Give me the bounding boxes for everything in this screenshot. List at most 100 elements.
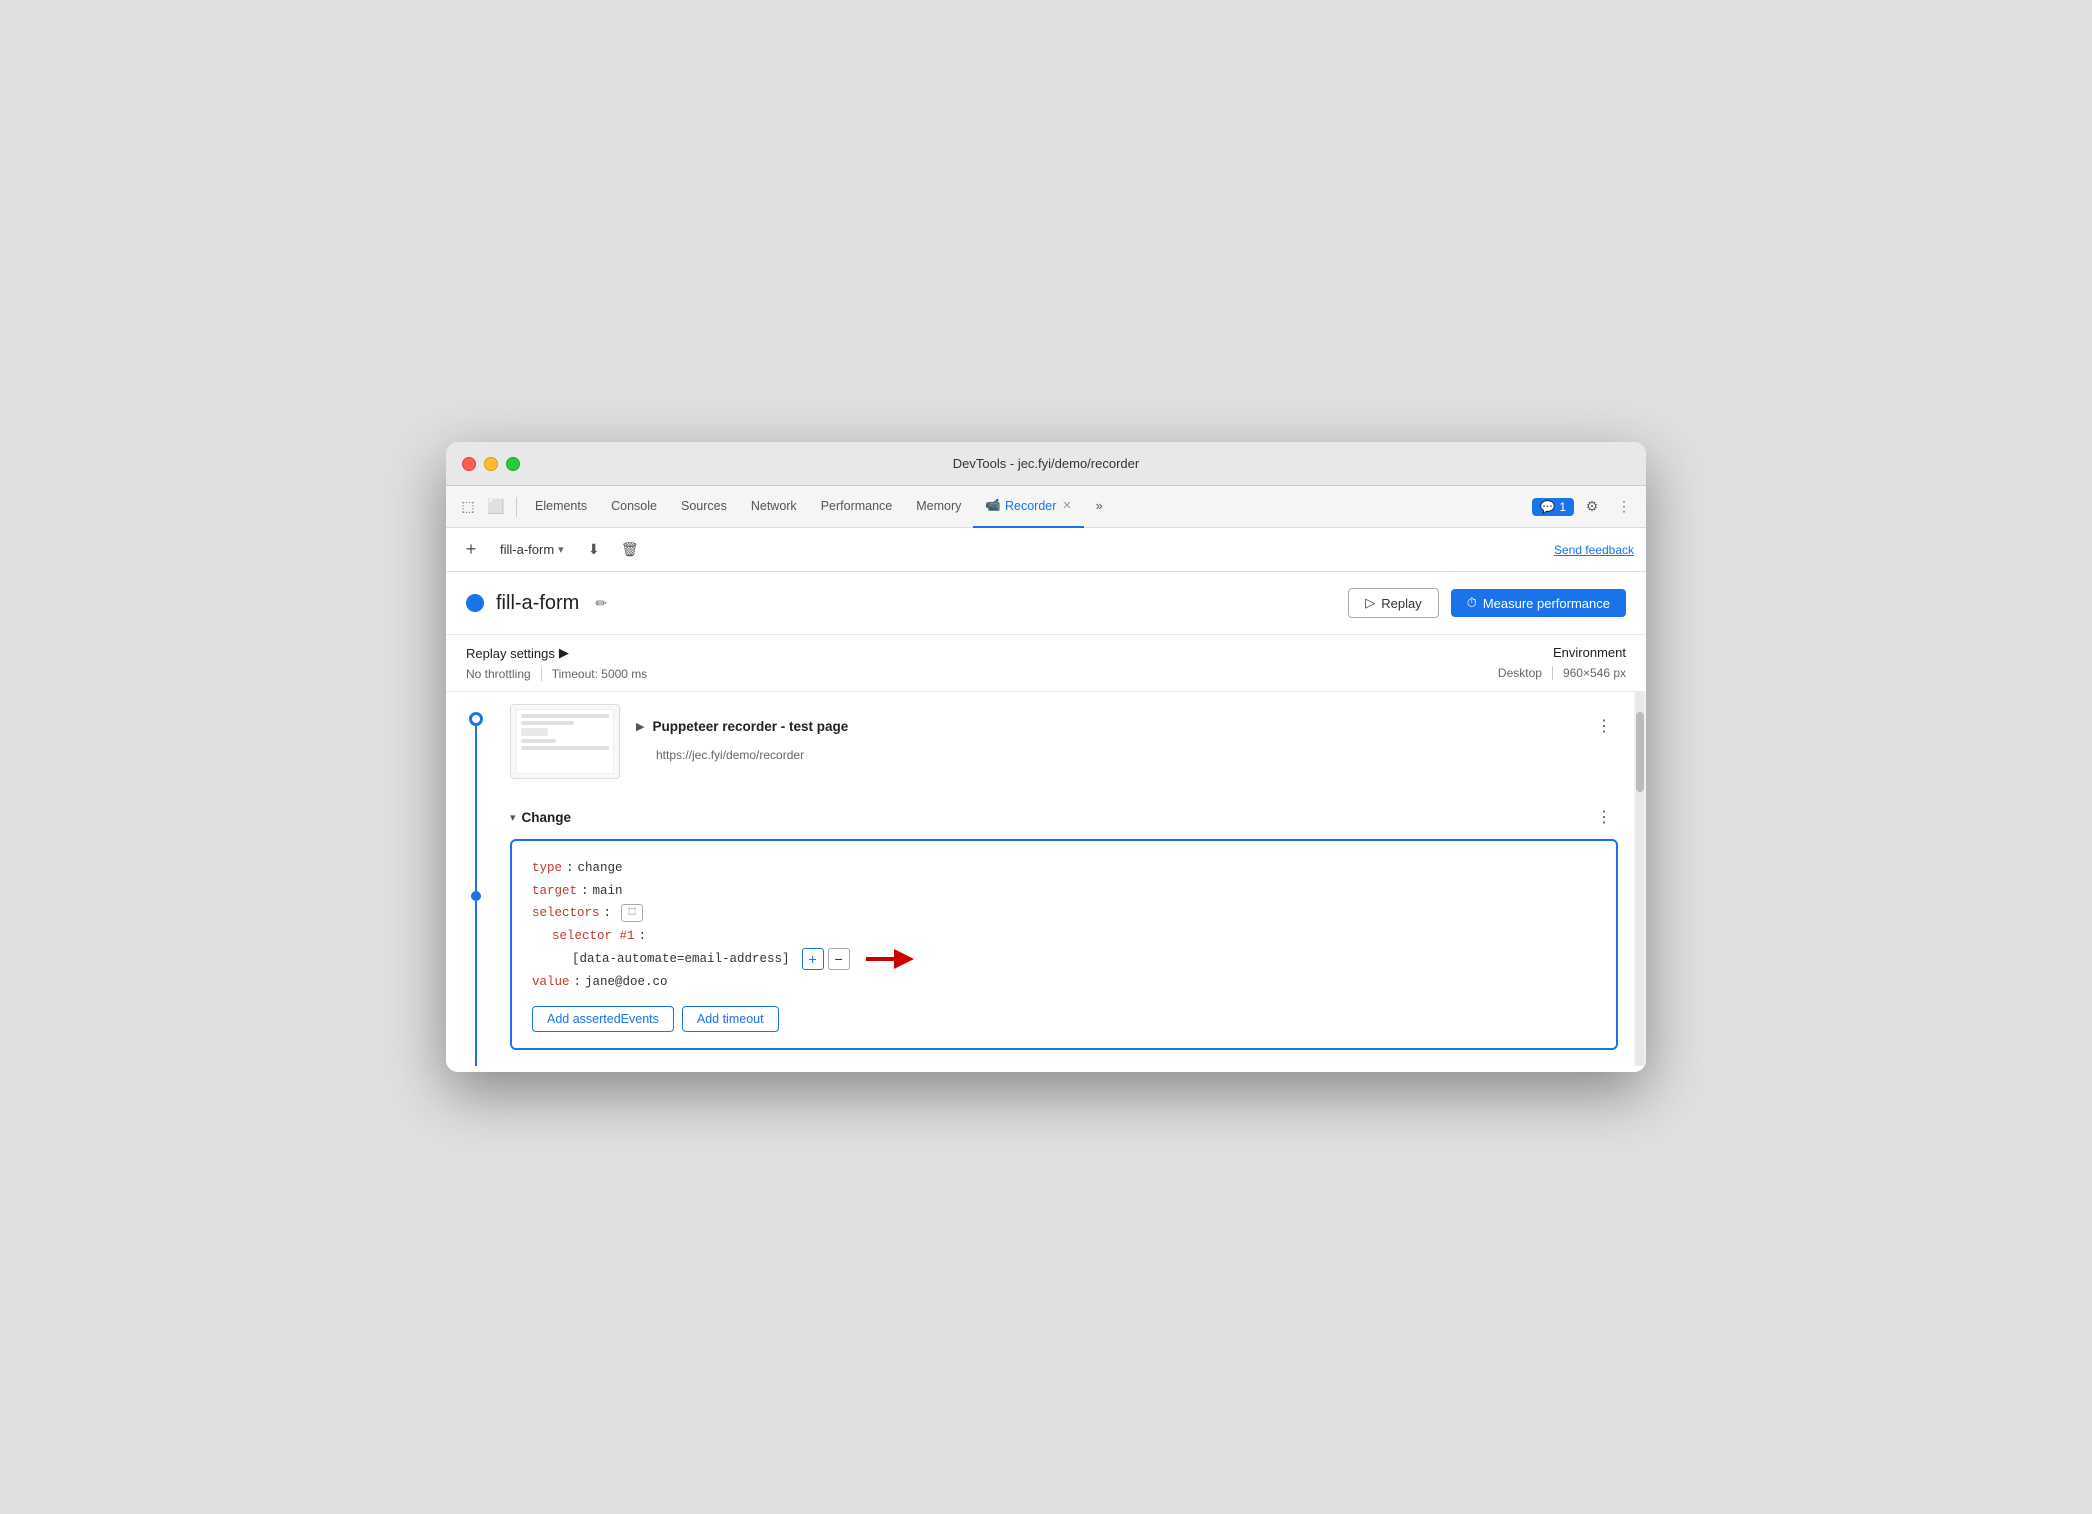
tab-network[interactable]: Network (739, 486, 809, 528)
measure-performance-button[interactable]: ⏱ Measure performance (1451, 589, 1626, 617)
measure-label: Measure performance (1483, 596, 1610, 611)
settings-arrow-icon: ▶ (559, 645, 569, 661)
close-button[interactable] (462, 457, 476, 471)
step1-url: https://jec.fyi/demo/recorder (656, 748, 1618, 762)
replay-settings-bar: Replay settings ▶ No throttling Timeout:… (446, 635, 1646, 692)
settings-separator (541, 667, 542, 681)
recording-header: fill-a-form ✏ ▷ Replay ⏱ Measure perform… (446, 572, 1646, 635)
code-line-selector-num: selector #1 : (552, 925, 1596, 948)
measure-icon: ⏱ (1467, 595, 1477, 611)
recording-selector[interactable]: fill-a-form ▾ (492, 538, 572, 561)
target-key: target (532, 880, 577, 903)
step1-container: ▶ Puppeteer recorder - test page ⋮ https… (510, 704, 1618, 779)
selectors-key: selectors (532, 902, 600, 925)
maximize-button[interactable] (506, 457, 520, 471)
scrollbar-track (1636, 692, 1644, 1066)
edit-recording-button[interactable]: ✏ (591, 591, 611, 616)
dropdown-icon: ▾ (558, 543, 564, 556)
step2-more-button[interactable]: ⋮ (1590, 803, 1618, 831)
traffic-lights (462, 457, 520, 471)
add-selector-button[interactable]: + (802, 948, 824, 970)
step1-expand-icon[interactable]: ▶ (636, 720, 644, 733)
steps-outer: ▶ Puppeteer recorder - test page ⋮ https… (446, 692, 1646, 1066)
code-line-selectors: selectors : ⬚ (532, 902, 1596, 925)
timeline-dot-step2 (471, 891, 481, 901)
type-colon: : (566, 857, 574, 880)
tab-memory[interactable]: Memory (904, 486, 973, 528)
throttling-label: No throttling (466, 667, 531, 681)
recorder-toolbar: + fill-a-form ▾ ⬇ 🗑 Send feedback (446, 528, 1646, 572)
timeline-line-2 (475, 901, 477, 1066)
target-value: main (593, 880, 623, 903)
more-options-icon[interactable]: ⋮ (1610, 493, 1638, 521)
recording-title: fill-a-form (496, 592, 579, 615)
remove-selector-button[interactable]: − (828, 948, 850, 970)
step1-info: ▶ Puppeteer recorder - test page ⋮ https… (636, 704, 1618, 762)
devtools-tab-bar: ⬚ ⬜ Elements Console Sources Network Per… (446, 486, 1646, 528)
inspect-icon[interactable]: ⬚ (454, 493, 482, 521)
thumb-line-4 (521, 746, 608, 750)
tab-recorder[interactable]: 📹 Recorder ✕ (973, 486, 1083, 528)
selector-add-remove-buttons: + − (802, 948, 850, 970)
tab-recorder-close[interactable]: ✕ (1062, 499, 1071, 512)
recording-status-dot (466, 594, 484, 612)
add-recording-button[interactable]: + (458, 537, 484, 563)
devtools-right-buttons: 💬 1 ⚙ ⋮ (1532, 493, 1638, 521)
device-icon[interactable]: ⬜ (482, 493, 510, 521)
code-line-value: value : jane@doe.co (532, 971, 1596, 994)
thumbnail-inner (516, 709, 613, 775)
window-title: DevTools - jec.fyi/demo/recorder (953, 456, 1139, 471)
steps-content: ▶ Puppeteer recorder - test page ⋮ https… (506, 692, 1634, 1066)
add-timeout-button[interactable]: Add timeout (682, 1006, 779, 1032)
step1-more-button[interactable]: ⋮ (1590, 712, 1618, 740)
step2-expand-icon[interactable]: ▾ (510, 811, 516, 824)
step2-header: ▾ Change ⋮ (510, 795, 1618, 839)
chat-count: 1 (1559, 500, 1566, 514)
environment-title: Environment (1498, 645, 1626, 660)
replay-settings-left: Replay settings ▶ No throttling Timeout:… (466, 645, 647, 681)
timeout-label: Timeout: 5000 ms (552, 667, 648, 681)
add-asserted-events-button[interactable]: Add assertedEvents (532, 1006, 674, 1032)
viewport-label: Desktop (1498, 666, 1542, 680)
chat-badge[interactable]: 💬 1 (1532, 498, 1574, 516)
tab-performance[interactable]: Performance (809, 486, 905, 528)
tab-elements[interactable]: Elements (523, 486, 599, 528)
code-block: type : change target : main selectors (510, 839, 1618, 1050)
recording-name-label: fill-a-form (500, 542, 554, 557)
tab-separator (516, 497, 517, 517)
export-recording-button[interactable]: ⬇ (580, 536, 608, 564)
scrollbar-thumb[interactable] (1636, 712, 1644, 792)
main-content: fill-a-form ✏ ▷ Replay ⏱ Measure perform… (446, 572, 1646, 1072)
step1-title: Puppeteer recorder - test page (652, 719, 848, 734)
type-key: type (532, 857, 562, 880)
minimize-button[interactable] (484, 457, 498, 471)
type-value: change (578, 857, 623, 880)
thumb-line-3 (521, 739, 556, 743)
code-line-type: type : change (532, 857, 1596, 880)
step1-thumbnail (510, 704, 620, 779)
value-key: value (532, 971, 570, 994)
delete-recording-button[interactable]: 🗑 (616, 536, 644, 564)
tab-sources[interactable]: Sources (669, 486, 739, 528)
code-line-selector-value: [data-automate=email-address] + − (572, 947, 1596, 971)
red-arrow-svg (866, 947, 914, 971)
chat-icon: 💬 (1540, 500, 1555, 514)
selector-num-key: selector #1 (552, 925, 635, 948)
selector-badge-icon[interactable]: ⬚ (621, 904, 643, 922)
thumb-line-2 (521, 721, 573, 725)
tab-console[interactable]: Console (599, 486, 669, 528)
thumb-line-1 (521, 714, 608, 718)
action-buttons: Add assertedEvents Add timeout (532, 1006, 1596, 1032)
scrollbar-area[interactable] (1634, 692, 1646, 1066)
settings-icon[interactable]: ⚙ (1578, 493, 1606, 521)
step1-header: ▶ Puppeteer recorder - test page ⋮ (636, 704, 1618, 748)
timeline-line-1 (475, 726, 477, 891)
replay-settings-title[interactable]: Replay settings ▶ (466, 645, 647, 661)
replay-settings-right: Environment Desktop 960×546 px (1498, 645, 1626, 680)
environment-info: Desktop 960×546 px (1498, 666, 1626, 680)
step2-title: Change (522, 810, 572, 825)
send-feedback-link[interactable]: Send feedback (1554, 543, 1634, 557)
tab-more[interactable]: » (1084, 486, 1115, 528)
delete-icon: 🗑 (621, 541, 639, 558)
replay-button[interactable]: ▷ Replay (1348, 588, 1438, 618)
